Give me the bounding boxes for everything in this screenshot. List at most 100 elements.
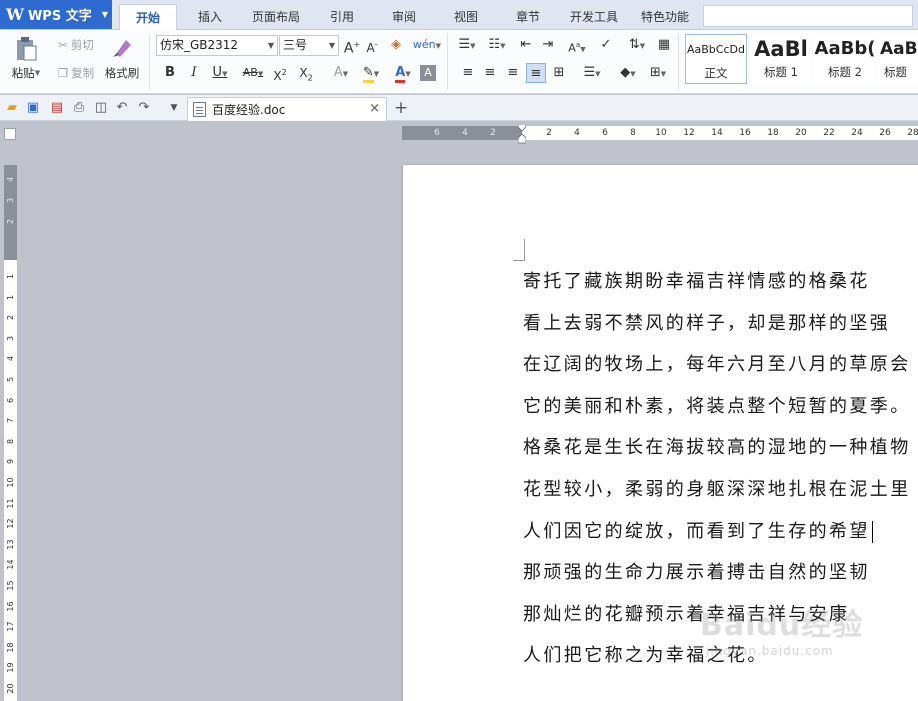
document-line[interactable]: 看上去弱不禁风的样子，却是那样的坚强 xyxy=(523,303,918,345)
tab-section[interactable]: 章节 xyxy=(504,4,552,30)
numbered-list-icon[interactable]: ☷▼ xyxy=(484,35,510,55)
font-family-value: 仿宋_GB2312 xyxy=(160,38,239,52)
align-right-icon[interactable]: ≡ xyxy=(503,63,523,83)
ruler-tick-label: 3 xyxy=(6,335,15,341)
style-name: 标题 2 xyxy=(828,65,862,79)
paste-button[interactable]: 粘贴 ▼ xyxy=(6,65,46,81)
document-line[interactable]: 那顽强的生命力展示着搏击自然的坚韧 xyxy=(523,552,918,594)
tab-home[interactable]: 开始 xyxy=(119,4,177,30)
paste-label: 粘贴 xyxy=(11,66,35,80)
text-effect-icon[interactable]: A▼ xyxy=(326,63,356,83)
chevron-down-icon: ▼ xyxy=(639,42,646,50)
ruler-tick-label: 4 xyxy=(6,176,15,183)
bold-icon[interactable]: B xyxy=(160,63,180,83)
redo-icon[interactable]: ↷ xyxy=(136,100,152,116)
document-line[interactable]: 花型较小，柔弱的身躯深深地扎根在泥土里 xyxy=(523,469,918,511)
shading-icon[interactable]: ◆▼ xyxy=(614,63,642,83)
style-heading[interactable]: AaBl 标题 xyxy=(878,34,918,84)
grow-font-icon[interactable]: A+ xyxy=(342,35,362,57)
app-name: WPS 文字 xyxy=(27,9,92,24)
print-icon[interactable]: ⎙ xyxy=(71,100,87,116)
border-icon[interactable]: ⊞▼ xyxy=(644,63,672,83)
indent-marker-icon[interactable] xyxy=(518,124,526,144)
document-line[interactable]: 格桑花是生长在海拔较高的湿地的一种植物 xyxy=(523,427,918,469)
ruler-tick-label: 8 xyxy=(6,438,15,444)
document-line[interactable]: 寄托了藏族期盼幸福吉祥情感的格桑花 xyxy=(523,261,918,303)
document-line[interactable]: 人们因它的绽放，而看到了生存的希望 xyxy=(523,511,918,553)
document-line[interactable]: 在辽阔的牧场上，每年六月至八月的草原会 xyxy=(523,344,918,386)
horizontal-ruler[interactable]: 6 4 2 2 4 6 8 10 12 14 16 18 20 22 24 26 28 xyxy=(402,126,918,140)
align-justify-icon[interactable]: ≡ xyxy=(526,63,546,83)
tab-review[interactable]: 审阅 xyxy=(380,4,428,30)
clear-paragraph-icon[interactable]: ✓ xyxy=(596,35,616,55)
tab-insert[interactable]: 插入 xyxy=(185,4,235,30)
cut-button[interactable]: ✂ 剪切 xyxy=(52,36,100,54)
style-heading-2[interactable]: AaBb( 标题 2 xyxy=(814,34,876,84)
tab-view[interactable]: 视图 xyxy=(442,4,490,30)
chevron-down-icon: ▼ xyxy=(328,41,335,50)
highlight-icon[interactable]: ✎▼ xyxy=(356,63,386,83)
open-folder-icon[interactable]: ▰ xyxy=(4,100,20,116)
document-line-text: 人们因它的绽放，而看到了生存的希望 xyxy=(523,520,870,542)
clear-format-icon[interactable]: ◈ xyxy=(386,35,406,55)
wps-logo-icon: W xyxy=(6,5,24,24)
phonetic-guide-icon[interactable]: wén▼ xyxy=(412,35,442,55)
case-change-icon[interactable]: Aa▼ xyxy=(562,35,592,55)
font-family-select[interactable]: 仿宋_GB2312 ▼ xyxy=(156,35,278,56)
tab-page-layout[interactable]: 页面布局 xyxy=(243,4,309,30)
ruler-tick-label: 2 xyxy=(6,315,15,321)
print-preview-icon[interactable]: ◫ xyxy=(93,100,109,116)
document-line[interactable]: 它的美丽和朴素，将装点整个短暂的夏季。 xyxy=(523,386,918,428)
sort-icon[interactable]: ⇅▼ xyxy=(624,35,650,55)
tab-features[interactable]: 特色功能 xyxy=(634,4,696,30)
table-icon[interactable]: ▦ xyxy=(654,35,674,55)
style-heading-1[interactable]: AaBl 标题 1 xyxy=(750,34,812,84)
line-spacing-icon[interactable]: ☰▼ xyxy=(578,63,606,83)
vertical-ruler[interactable]: 4321123456789101112131415161718192021 xyxy=(4,165,17,701)
tab-developer[interactable]: 开发工具 xyxy=(563,4,625,30)
subscript-icon[interactable]: X2 xyxy=(296,63,316,83)
copy-icon: ❐ xyxy=(57,66,69,80)
save-icon[interactable]: ▣ xyxy=(25,100,41,116)
chevron-down-icon[interactable]: ▼ xyxy=(166,100,182,116)
font-size-value: 三号 xyxy=(283,38,308,52)
cut-label: 剪切 xyxy=(70,38,94,52)
ruler-tick-label: 4 xyxy=(6,356,15,362)
style-normal[interactable]: AaBbCcDd 正文 xyxy=(685,34,747,84)
style-sample: AaBl xyxy=(754,37,808,61)
ribbon-divider xyxy=(149,34,150,90)
distribute-icon[interactable]: ⊞ xyxy=(549,63,569,83)
underline-icon[interactable]: U▼ xyxy=(206,63,234,83)
align-center-icon[interactable]: ≡ xyxy=(480,63,500,83)
chevron-down-icon: ▼ xyxy=(373,70,380,78)
decrease-indent-icon[interactable]: ⇤ xyxy=(516,35,536,55)
format-painter-button[interactable]: 格式刷 xyxy=(102,65,142,81)
character-shading-icon[interactable]: A xyxy=(420,65,436,81)
close-icon[interactable]: × xyxy=(369,101,380,116)
increase-indent-icon[interactable]: ⇥ xyxy=(538,35,558,55)
app-menu-button[interactable]: W WPS 文字 ▼ xyxy=(0,0,112,29)
paste-icon[interactable] xyxy=(10,34,42,64)
export-pdf-icon[interactable]: ▤ xyxy=(49,100,65,116)
new-tab-icon[interactable]: + xyxy=(392,98,410,118)
italic-icon[interactable]: I xyxy=(184,63,204,83)
font-size-select[interactable]: 三号 ▼ xyxy=(279,35,339,56)
chevron-down-icon: ▼ xyxy=(660,70,667,78)
ruler-tick-label: 2 xyxy=(6,218,15,225)
superscript-icon[interactable]: X2 xyxy=(270,63,290,83)
bullet-list-icon[interactable]: ☰▼ xyxy=(454,35,480,55)
shrink-font-icon[interactable]: A- xyxy=(362,35,382,55)
document-tab[interactable]: 百度经验.doc × xyxy=(187,97,387,121)
chevron-down-icon: ▼ xyxy=(500,42,506,50)
undo-icon[interactable]: ↶ xyxy=(114,100,130,116)
font-color-icon[interactable]: A▼ xyxy=(388,63,418,83)
strikethrough-icon[interactable]: AB▼ xyxy=(238,63,268,83)
copy-button[interactable]: ❐ 复制 xyxy=(52,64,100,82)
search-input[interactable] xyxy=(703,5,913,27)
text-caret xyxy=(871,520,873,543)
ruler-tick-label: 19 xyxy=(6,662,15,673)
tab-references[interactable]: 引用 xyxy=(318,4,366,30)
tab-stop-selector[interactable] xyxy=(4,128,16,140)
format-painter-icon[interactable] xyxy=(108,34,136,62)
align-left-icon[interactable]: ≡ xyxy=(458,63,478,83)
